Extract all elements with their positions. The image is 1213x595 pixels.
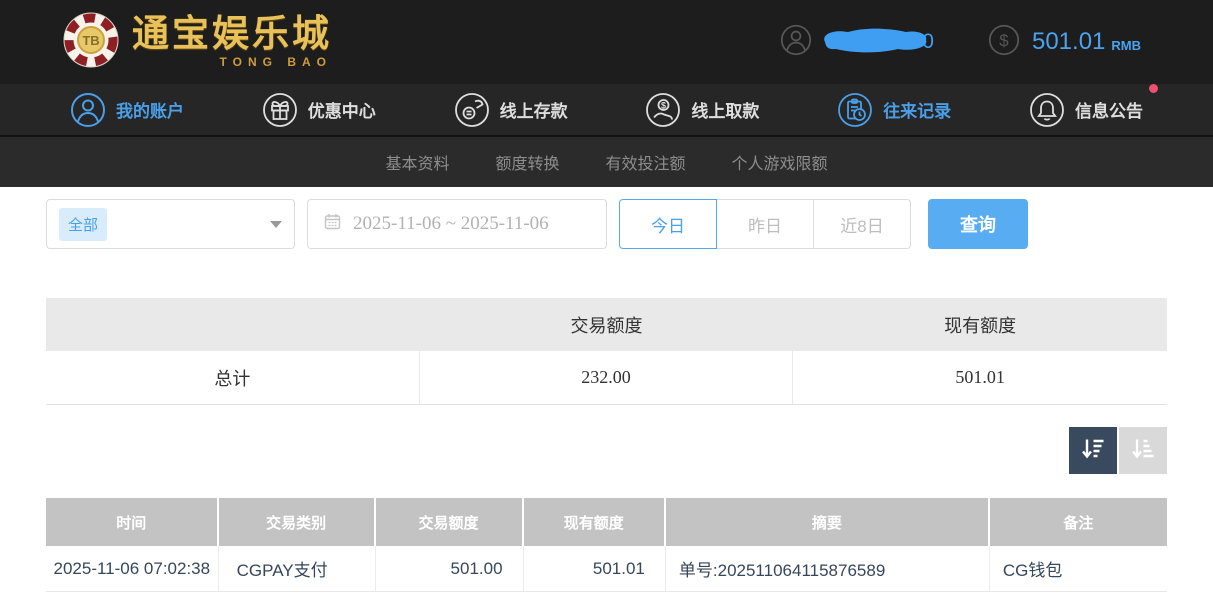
- main-nav: 我的账户 优惠中心 线上存款: [0, 84, 1213, 137]
- records-table: 时间 交易类别 交易额度 现有额度 摘要 备注 2025-11-06 07:02…: [46, 498, 1167, 592]
- deposit-icon: [454, 92, 490, 128]
- record-type: CGPAY支付: [219, 546, 376, 591]
- svg-text:$: $: [661, 100, 666, 110]
- brand-logo[interactable]: TB 通宝娱乐城 TONG BAO: [62, 11, 332, 74]
- records-header-remark: 备注: [990, 498, 1167, 546]
- summary-total-balance: 501.01: [793, 351, 1167, 404]
- date-range-input[interactable]: 2025-11-06 ~ 2025-11-06: [307, 199, 607, 249]
- record-current-balance: 501.01: [524, 546, 666, 591]
- summary-header-transaction-amount: 交易额度: [420, 312, 794, 338]
- balance-currency: RMB: [1111, 32, 1141, 53]
- user-icon: [70, 92, 106, 128]
- subnav-item-game-limits[interactable]: 个人游戏限额: [732, 150, 828, 174]
- records-header-row: 时间 交易类别 交易额度 现有额度 摘要 备注: [46, 498, 1167, 546]
- bell-icon: [1029, 92, 1065, 128]
- search-button[interactable]: 查询: [928, 199, 1028, 249]
- nav-label: 我的账户: [116, 97, 184, 122]
- quick-range-group: 今日 昨日 近8日: [619, 199, 911, 249]
- record-transaction-amount: 501.00: [376, 546, 524, 591]
- summary-table: 交易额度 现有额度 总计 232.00 501.01: [46, 298, 1167, 405]
- summary-header-current-balance: 现有额度: [793, 312, 1167, 338]
- withdraw-icon: $: [645, 92, 681, 128]
- type-selected-chip: 全部: [59, 208, 107, 241]
- brand-name: 通宝娱乐城: [132, 15, 332, 52]
- svg-text:$: $: [999, 31, 1009, 50]
- sort-descending-button[interactable]: [1069, 427, 1117, 474]
- sort-descending-icon: [1080, 436, 1107, 466]
- account-subnav: 基本资料 额度转换 有效投注额 个人游戏限额: [0, 137, 1213, 187]
- table-row: 2025-11-06 07:02:38 CGPAY支付 501.00 501.0…: [46, 546, 1167, 592]
- top-header: TB 通宝娱乐城 TONG BAO 0: [0, 0, 1213, 84]
- filter-bar: 全部 2025-11-06 ~ 2025-11-06 今日 昨日 近8日 查询: [46, 199, 1167, 249]
- summary-total-transaction: 232.00: [420, 351, 794, 404]
- quick-range-yesterday[interactable]: 昨日: [716, 199, 814, 249]
- poker-chip-icon: TB: [62, 11, 120, 74]
- date-range-value: 2025-11-06 ~ 2025-11-06: [353, 213, 549, 235]
- nav-label: 线上存款: [500, 97, 568, 122]
- brand-initials: TB: [82, 33, 99, 48]
- summary-total-row: 总计 232.00 501.01: [46, 351, 1167, 405]
- nav-item-deposit[interactable]: 线上存款: [454, 92, 568, 128]
- nav-item-promotions[interactable]: 优惠中心: [262, 92, 376, 128]
- notification-badge-dot: [1149, 84, 1158, 93]
- sort-ascending-icon: [1130, 436, 1157, 466]
- calendar-icon: [324, 213, 341, 235]
- username-redaction-scribble: [818, 25, 930, 60]
- type-select[interactable]: 全部: [46, 199, 295, 249]
- quick-range-today[interactable]: 今日: [619, 199, 717, 249]
- dollar-icon: $: [988, 24, 1020, 61]
- subnav-item-valid-bets[interactable]: 有效投注额: [606, 150, 686, 174]
- nav-item-withdraw[interactable]: $ 线上取款: [645, 92, 759, 128]
- subnav-item-credit-transfer[interactable]: 额度转换: [495, 150, 559, 174]
- user-account[interactable]: 0: [780, 24, 934, 61]
- nav-item-announcements[interactable]: 信息公告: [1029, 92, 1143, 128]
- username-visible-char: 0: [922, 30, 934, 54]
- nav-item-transaction-records[interactable]: 往来记录: [837, 92, 951, 128]
- nav-label: 信息公告: [1075, 97, 1143, 122]
- nav-label: 往来记录: [883, 97, 951, 122]
- summary-total-label: 总计: [46, 351, 420, 404]
- nav-item-my-account[interactable]: 我的账户: [70, 92, 184, 128]
- brand-latin: TONG BAO: [220, 55, 332, 69]
- nav-label: 优惠中心: [308, 97, 376, 122]
- records-header-time: 时间: [46, 498, 219, 546]
- sort-controls: [46, 427, 1167, 474]
- main-content: 全部 2025-11-06 ~ 2025-11-06 今日 昨日 近8日 查询 …: [0, 199, 1213, 592]
- record-summary: 单号:202511064115876589: [666, 546, 990, 591]
- user-avatar-icon: [780, 24, 812, 61]
- sort-ascending-button[interactable]: [1119, 427, 1167, 474]
- records-header-transaction-amount: 交易额度: [376, 498, 524, 546]
- summary-header-row: 交易额度 现有额度: [46, 298, 1167, 351]
- balance-amount: 501.01: [1032, 28, 1105, 56]
- record-time: 2025-11-06 07:02:38: [46, 546, 219, 591]
- record-remark: CG钱包: [990, 546, 1167, 591]
- records-header-current-balance: 现有额度: [524, 498, 666, 546]
- balance[interactable]: $ 501.01 RMB: [988, 24, 1141, 61]
- quick-range-last8days[interactable]: 近8日: [813, 199, 911, 249]
- gift-icon: [262, 92, 298, 128]
- records-header-type: 交易类别: [219, 498, 376, 546]
- chevron-down-icon: [270, 221, 282, 228]
- nav-label: 线上取款: [691, 97, 759, 122]
- subnav-item-basic-info[interactable]: 基本资料: [385, 150, 449, 174]
- records-icon: [837, 92, 873, 128]
- records-header-summary: 摘要: [666, 498, 990, 546]
